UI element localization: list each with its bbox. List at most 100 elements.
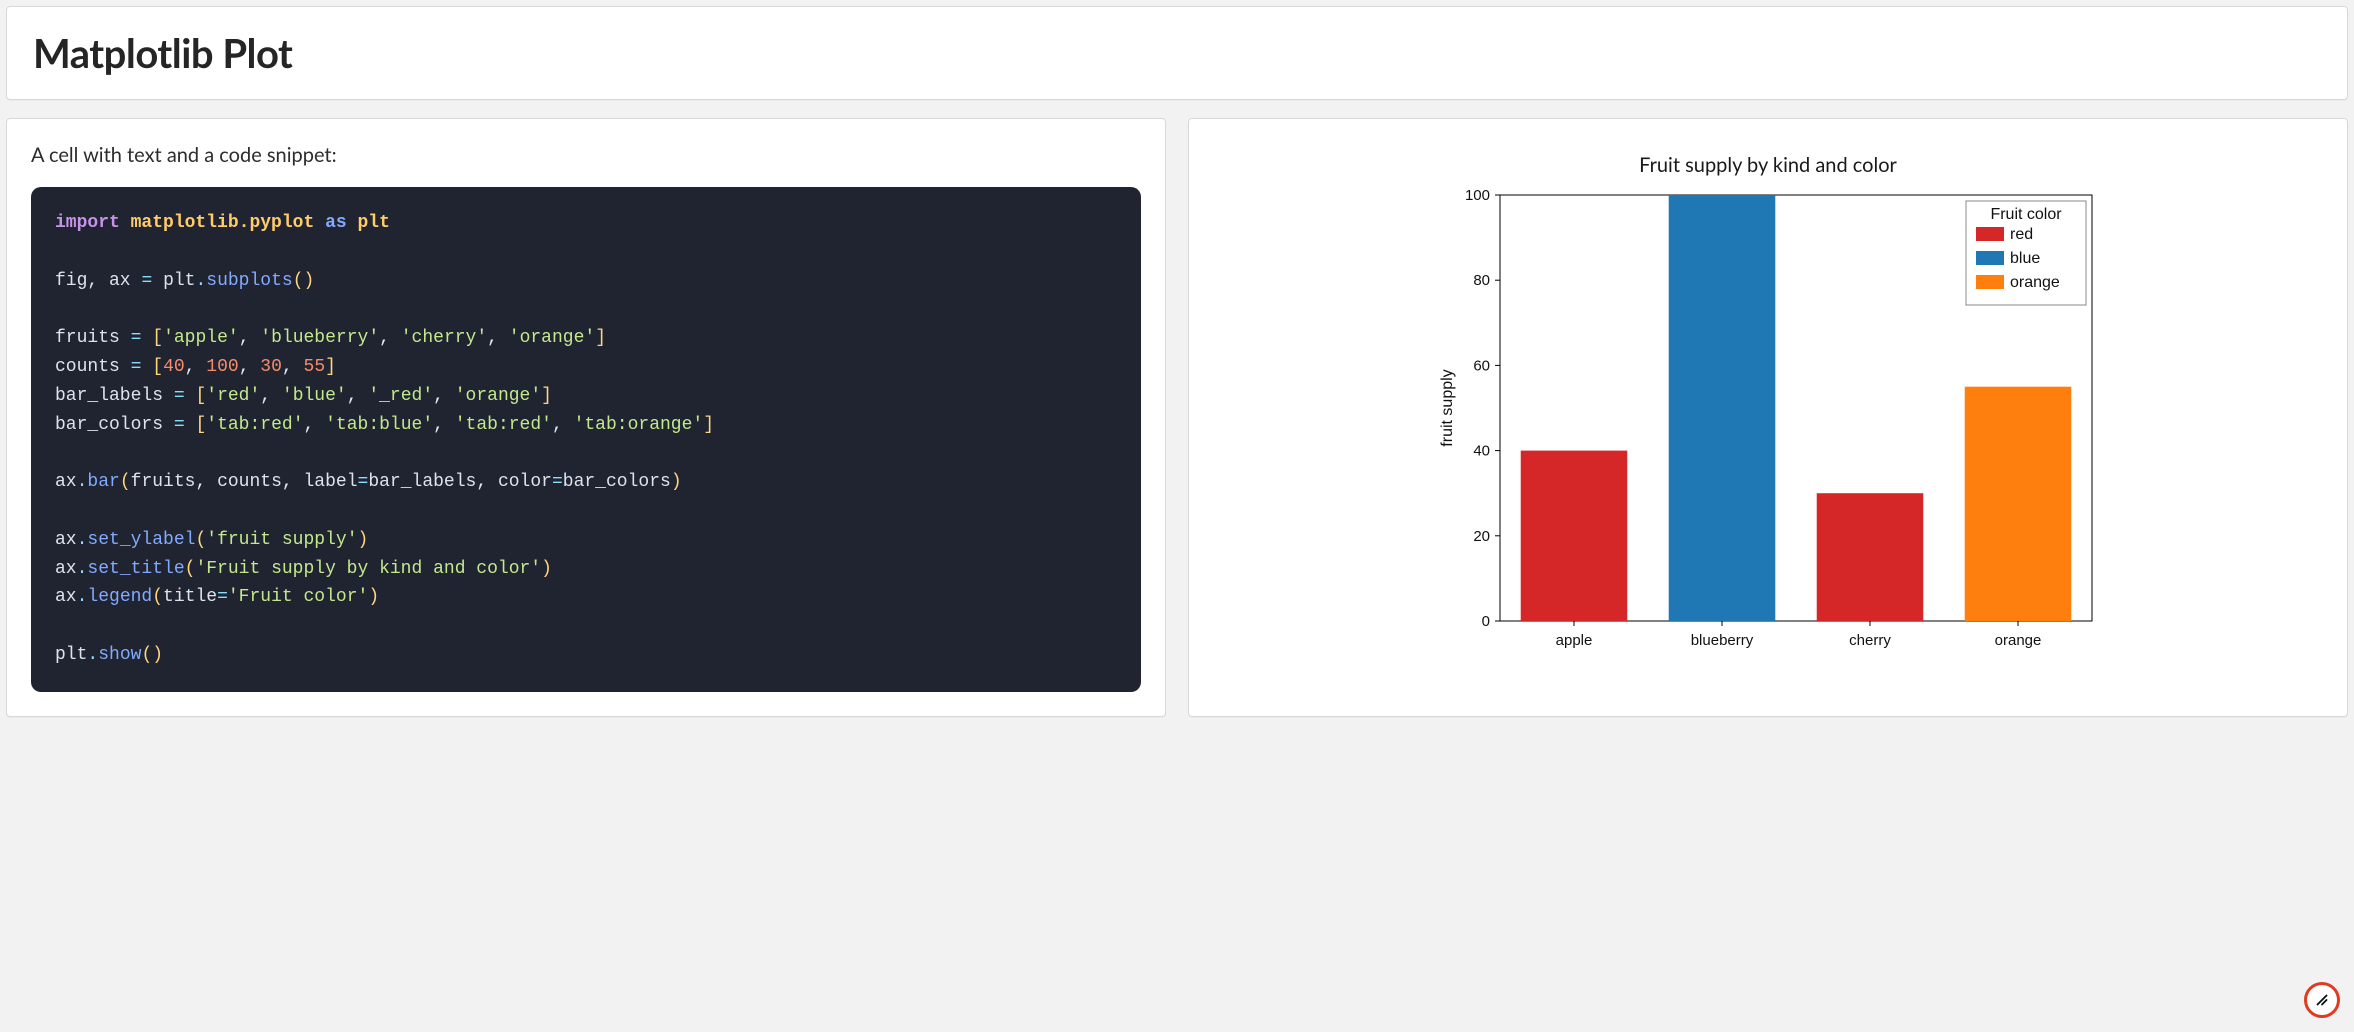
page-title: Matplotlib Plot <box>33 29 2321 77</box>
legend-swatch <box>1976 275 2004 289</box>
code-keyword-import: import <box>55 213 120 233</box>
code-var: bar_colors <box>55 415 163 435</box>
x-tick-label: cherry <box>1849 632 1891 649</box>
code-parens: () <box>293 271 315 291</box>
intro-text: A cell with text and a code snippet: <box>31 143 1141 167</box>
code-id: fig, ax <box>55 271 131 291</box>
code-obj: ax <box>55 472 77 492</box>
y-tick-label: 20 <box>1473 528 1490 545</box>
code-str: 'tab:red' <box>206 415 303 435</box>
code-module: matplotlib.pyplot <box>131 213 315 233</box>
code-str: 'red' <box>206 386 260 406</box>
code-obj: ax <box>55 587 77 607</box>
code-var: counts <box>55 357 120 377</box>
code-obj: plt <box>55 645 87 665</box>
code-fn: legend <box>87 587 152 607</box>
code-bracket: ] <box>703 415 714 435</box>
code-str: 'cherry' <box>401 328 487 348</box>
code-arg: counts <box>217 472 282 492</box>
code-fn: bar <box>87 472 119 492</box>
code-str: 'Fruit color' <box>228 587 368 607</box>
resize-handle[interactable] <box>2304 982 2340 1018</box>
code-fn: set_ylabel <box>87 530 195 550</box>
code-eq: = <box>131 328 142 348</box>
code-bracket: [ <box>195 386 206 406</box>
legend-swatch <box>1976 251 2004 265</box>
code-kw: color <box>498 472 552 492</box>
code-paren: ( <box>185 559 196 579</box>
legend-swatch <box>1976 227 2004 241</box>
code-paren: ( <box>120 472 131 492</box>
code-eq: = <box>358 472 369 492</box>
legend-label: orange <box>2010 274 2060 291</box>
code-str: 'orange' <box>455 386 541 406</box>
legend-title: Fruit color <box>1990 206 2062 223</box>
bar <box>1965 387 2072 621</box>
code-dot: . <box>77 472 88 492</box>
code-val: bar_labels <box>368 472 476 492</box>
code-kw: title <box>163 587 217 607</box>
code-obj: ax <box>55 559 77 579</box>
code-eq: = <box>552 472 563 492</box>
code-str: 'fruit supply' <box>206 530 357 550</box>
code-str: 'blueberry' <box>260 328 379 348</box>
code-alias: plt <box>358 213 390 233</box>
resize-icon <box>2313 991 2331 1009</box>
code-str: 'tab:orange' <box>574 415 704 435</box>
code-var: fruits <box>55 328 120 348</box>
code-eq: = <box>174 415 185 435</box>
code-val: bar_colors <box>563 472 671 492</box>
code-fn: set_title <box>87 559 184 579</box>
code-eq: = <box>131 357 142 377</box>
code-eq: = <box>174 386 185 406</box>
bar <box>1817 493 1924 621</box>
chart-wrap: Fruit supply by kind and color 020406080… <box>1213 143 2323 669</box>
code-keyword-as: as <box>325 213 347 233</box>
y-axis-label: fruit supply <box>1439 369 1456 446</box>
code-dot: . <box>77 530 88 550</box>
y-tick-label: 0 <box>1482 613 1490 630</box>
code-str: 'Fruit supply by kind and color' <box>195 559 541 579</box>
code-obj: ax <box>55 530 77 550</box>
code-paren: ( <box>152 587 163 607</box>
code-paren: ) <box>358 530 369 550</box>
x-tick-label: blueberry <box>1691 632 1754 649</box>
legend-label: red <box>2010 226 2033 243</box>
x-tick-label: apple <box>1556 632 1593 649</box>
code-obj: plt <box>163 271 195 291</box>
bar-chart: 020406080100fruit supplyappleblueberrych… <box>1428 185 2108 665</box>
code-str: '_red' <box>368 386 433 406</box>
code-str: 'tab:blue' <box>325 415 433 435</box>
code-parens: () <box>141 645 163 665</box>
code-bracket: ] <box>325 357 336 377</box>
code-block: import matplotlib.pyplot as plt fig, ax … <box>31 187 1141 692</box>
code-str: 'tab:red' <box>455 415 552 435</box>
code-arg: fruits <box>131 472 196 492</box>
x-tick-label: orange <box>1995 632 2042 649</box>
code-num: 40 <box>163 357 185 377</box>
code-num: 100 <box>206 357 238 377</box>
bar <box>1669 195 1776 621</box>
code-num: 55 <box>304 357 326 377</box>
code-eq: = <box>141 271 152 291</box>
y-tick-label: 100 <box>1465 187 1490 204</box>
code-paren: ) <box>368 587 379 607</box>
code-str: 'blue' <box>282 386 347 406</box>
code-var: bar_labels <box>55 386 163 406</box>
code-bracket: ] <box>541 386 552 406</box>
code-eq: = <box>217 587 228 607</box>
chart-title: Fruit supply by kind and color <box>1639 153 1897 177</box>
code-dot: . <box>77 559 88 579</box>
code-paren: ) <box>671 472 682 492</box>
legend-label: blue <box>2010 250 2040 267</box>
code-num: 30 <box>260 357 282 377</box>
bar <box>1521 451 1628 621</box>
code-bracket: ] <box>595 328 606 348</box>
code-bracket: [ <box>195 415 206 435</box>
content-row: A cell with text and a code snippet: imp… <box>6 118 2348 717</box>
y-tick-label: 60 <box>1473 357 1490 374</box>
y-tick-label: 80 <box>1473 272 1490 289</box>
code-card: A cell with text and a code snippet: imp… <box>6 118 1166 717</box>
code-paren: ) <box>541 559 552 579</box>
code-paren: ( <box>195 530 206 550</box>
